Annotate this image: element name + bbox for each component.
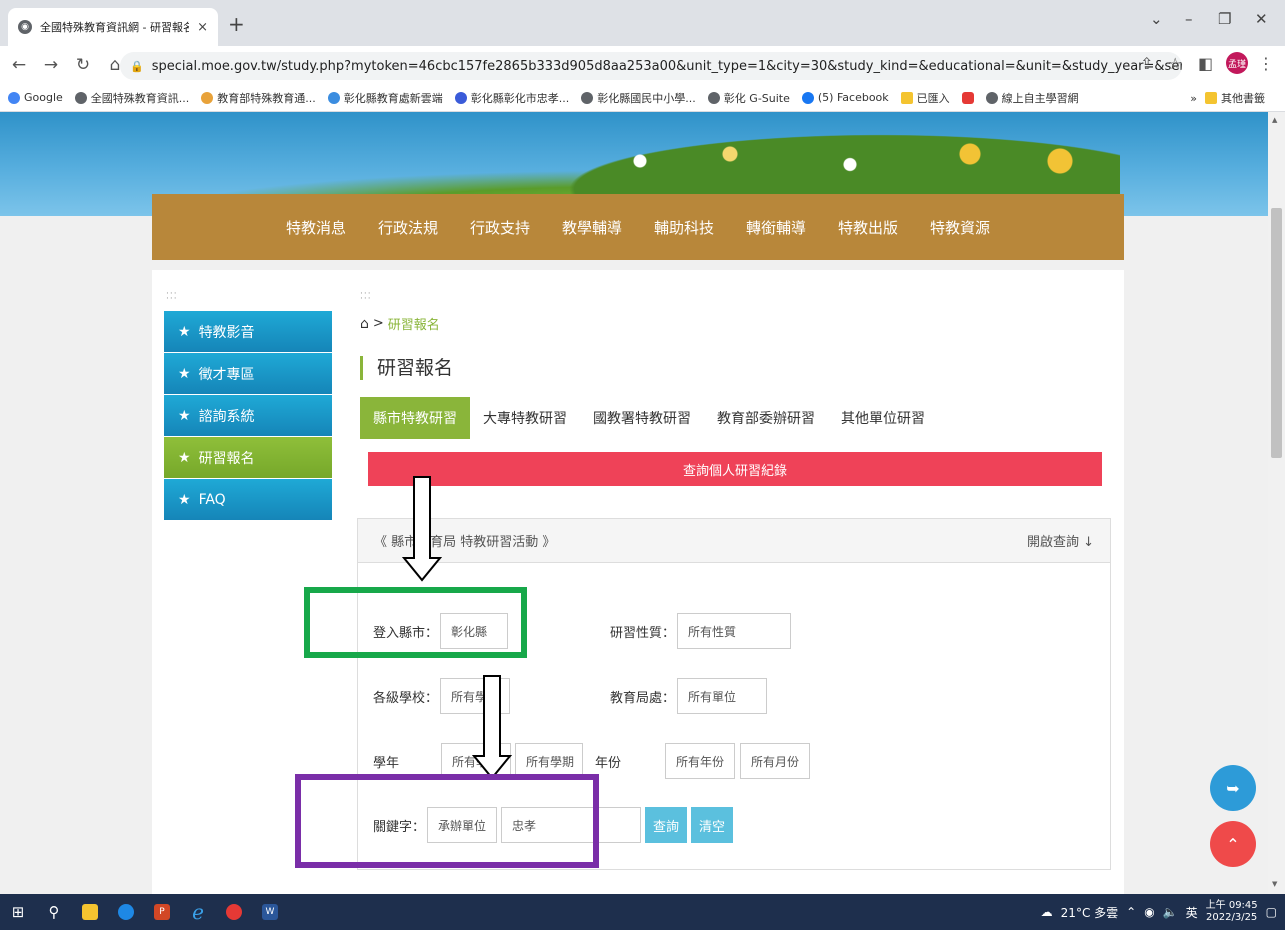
- clock-date: 2022/3/25: [1206, 912, 1258, 923]
- ime-indicator[interactable]: 英: [1186, 904, 1198, 921]
- powerpoint-icon[interactable]: P: [144, 894, 180, 930]
- windows-taskbar: ⊞ ⚲ P ℯ W ☁ 21°C 多雲 ⌃ ◉ 🔈 英 上午 09:45 202…: [0, 894, 1285, 930]
- edge-icon[interactable]: [108, 894, 144, 930]
- chrome-icon[interactable]: [216, 894, 252, 930]
- system-tray: ☁ 21°C 多雲 ⌃ ◉ 🔈 英 上午 09:45 2022/3/25 ▢: [1041, 894, 1277, 930]
- purple-highlight-box: [295, 774, 599, 868]
- cloud-icon: ☁: [1040, 905, 1053, 919]
- search-icon[interactable]: ⚲: [36, 894, 72, 930]
- network-icon[interactable]: ◉: [1144, 905, 1154, 919]
- file-explorer-icon[interactable]: [72, 894, 108, 930]
- clock-time: 上午 09:45: [1205, 900, 1258, 911]
- chevron-up-icon[interactable]: ⌃: [1126, 905, 1136, 919]
- word-icon[interactable]: W: [252, 894, 288, 930]
- arrow-down-icon: [471, 675, 513, 780]
- windows-start-icon[interactable]: ⊞: [0, 894, 36, 930]
- green-highlight-box: [304, 587, 527, 658]
- arrow-down-icon: [401, 476, 443, 582]
- volume-icon[interactable]: 🔈: [1163, 905, 1178, 919]
- notification-icon[interactable]: ▢: [1266, 905, 1277, 919]
- ie-icon[interactable]: ℯ: [180, 894, 216, 930]
- clock[interactable]: 上午 09:45 2022/3/25: [1206, 900, 1258, 924]
- weather-text[interactable]: 21°C 多雲: [1061, 904, 1118, 921]
- annotation-layer: [295, 476, 599, 868]
